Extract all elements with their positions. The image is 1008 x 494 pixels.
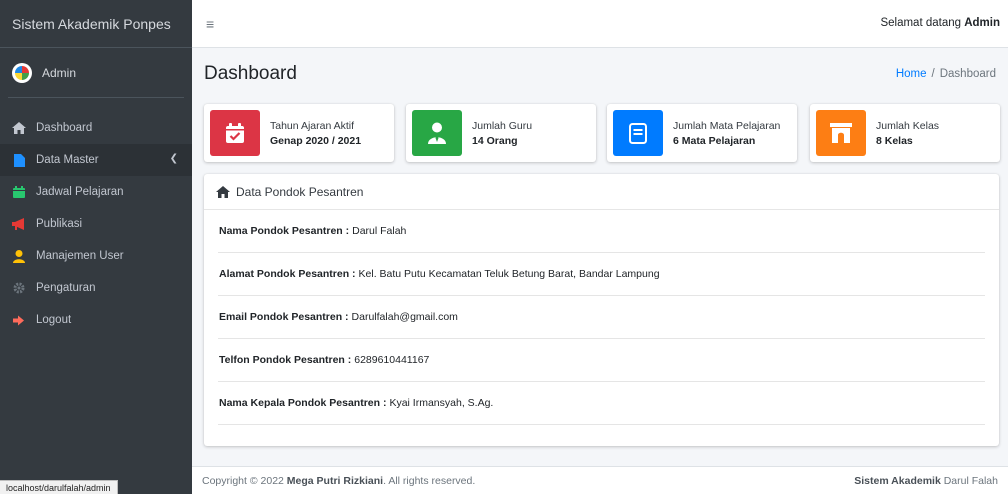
panel-header: Data Pondok Pesantren [204, 174, 999, 210]
sidebar-item-publikasi[interactable]: Publikasi [0, 208, 192, 240]
info-label: Alamat Pondok Pesantren : [219, 268, 356, 280]
chevron-left-icon: ❮ [169, 153, 178, 164]
user-icon [12, 249, 26, 263]
info-row-telfon: Telfon Pondok Pesantren :6289610441167 [218, 339, 985, 382]
breadcrumb-separator: / [931, 68, 935, 80]
sidebar-nav: Dashboard Data Master ❮ Jadwal Pelajaran… [0, 112, 192, 336]
info-list: Nama Pondok Pesantren : Darul Falah Alama… [204, 210, 999, 425]
brand-link[interactable]: Sistem Akademik Ponpes [0, 0, 192, 48]
sidebar-item-data-master[interactable]: Data Master ❮ [0, 144, 192, 176]
card-jumlah-kelas: Jumlah Kelas 8 Kelas [810, 104, 1000, 162]
info-row-nama: Nama Pondok Pesantren : Darul Falah [218, 210, 985, 253]
sidebar-item-manajemen-user[interactable]: Manajemen User [0, 240, 192, 272]
book-icon [613, 110, 663, 156]
sidebar-item-label: Logout [36, 314, 72, 326]
info-value: Darulfalah@gmail.com [351, 311, 458, 323]
card-value: Genap 2020 / 2021 [270, 134, 362, 147]
info-label: Email Pondok Pesantren : [219, 311, 349, 323]
data-pondok-panel: Data Pondok Pesantren Nama Pondok Pesant… [204, 174, 999, 446]
user-name: Admin [42, 65, 77, 80]
breadcrumb-home[interactable]: Home [896, 68, 927, 80]
top-navbar: ≡ Selamat datang Admin [192, 0, 1008, 48]
card-value: 14 Orang [472, 134, 518, 147]
footer-app-text: Darul Falah [940, 474, 998, 487]
copyright-name: Mega Putri Rizkiani [286, 474, 384, 487]
welcome-text: Selamat datang Admin [880, 17, 1000, 29]
card-label: Tahun Ajaran Aktif [270, 119, 355, 132]
info-value: 6289610441167 [354, 354, 430, 366]
status-bar-url: localhost/darulfalah/admin [0, 480, 118, 494]
logo-icon [15, 65, 29, 80]
archway-icon [816, 110, 866, 156]
info-label: Nama Pondok Pesantren : [219, 225, 350, 237]
card-jumlah-mata-pelajaran: Jumlah Mata Pelajaran 6 Mata Pelajaran [607, 104, 797, 162]
content-header: Dashboard Home / Dashboard [192, 48, 1008, 100]
footer-app-name: Sistem Akademik Darul Falah [854, 475, 998, 487]
welcome-user: Admin [964, 17, 1000, 29]
footer-app-bold: Sistem Akademik [854, 474, 941, 487]
card-label: Jumlah Mata Pelajaran [673, 119, 781, 132]
info-label: Telfon Pondok Pesantren : [219, 354, 352, 366]
footer-copyright: Copyright © 2022 Mega Putri Rizkiani. Al… [202, 475, 475, 487]
card-label: Jumlah Guru [472, 119, 533, 132]
sidebar-item-label: Publikasi [36, 218, 83, 230]
breadcrumb-current: Dashboard [939, 68, 996, 80]
sign-out-icon [12, 313, 26, 327]
info-value: Darul Falah [352, 225, 407, 237]
teacher-icon [412, 110, 462, 156]
copyright-prefix: Copyright © 2022 [202, 474, 287, 487]
info-row-email: Email Pondok Pesantren : Darulfalah@gmail… [218, 296, 985, 339]
gear-icon [12, 281, 26, 295]
sidebar-item-label: Dashboard [36, 122, 93, 134]
breadcrumb: Home / Dashboard [896, 68, 996, 80]
info-row-kepala: Nama Kepala Pondok Pesantren : Kyai Irman… [218, 382, 985, 425]
card-value: 6 Mata Pelajaran [673, 134, 756, 147]
info-row-alamat: Alamat Pondok Pesantren : Kel. Batu Putu … [218, 253, 985, 296]
main-footer: Copyright © 2022 Mega Putri Rizkiani. Al… [192, 466, 1008, 494]
page-title: Dashboard [204, 63, 297, 84]
sidebar-item-dashboard[interactable]: Dashboard [0, 112, 192, 144]
sidebar-item-label: Pengaturan [36, 282, 96, 294]
home-icon [12, 121, 26, 135]
brand-text: Sistem Akademik Ponpes [12, 15, 171, 32]
sidebar-item-label: Data Master [36, 154, 99, 166]
user-panel[interactable]: Admin [8, 48, 184, 98]
sidebar: Sistem Akademik Ponpes Admin Dashboard D… [0, 0, 192, 494]
info-label: Nama Kepala Pondok Pesantren : [219, 397, 387, 409]
calendar-icon [12, 185, 26, 199]
panel-title: Data Pondok Pesantren [236, 184, 364, 199]
home-icon [216, 185, 230, 198]
info-value: Kyai Irmansyah, S.Ag. [389, 397, 494, 409]
copyright-suffix: . All rights reserved. [383, 474, 476, 487]
file-icon [12, 153, 26, 167]
menu-toggle-icon[interactable]: ≡ [206, 16, 214, 32]
info-cards: Tahun Ajaran Aktif Genap 2020 / 2021 Jum… [204, 104, 1000, 162]
sidebar-item-label: Manajemen User [36, 250, 124, 262]
bullhorn-icon [12, 217, 26, 231]
info-value: Kel. Batu Putu Kecamatan Teluk Betung Ba… [358, 268, 660, 280]
avatar [12, 62, 32, 83]
sidebar-item-jadwal-pelajaran[interactable]: Jadwal Pelajaran [0, 176, 192, 208]
card-jumlah-guru: Jumlah Guru 14 Orang [406, 104, 596, 162]
card-label: Jumlah Kelas [876, 119, 940, 132]
card-tahun-ajaran: Tahun Ajaran Aktif Genap 2020 / 2021 [204, 104, 394, 162]
content-wrapper: Dashboard Home / Dashboard Tahun Ajaran Ak… [192, 48, 1008, 446]
sidebar-item-logout[interactable]: Logout [0, 304, 192, 336]
card-value: 8 Kelas [876, 134, 913, 147]
sidebar-item-pengaturan[interactable]: Pengaturan [0, 272, 192, 304]
calendar-check-icon [210, 110, 260, 156]
welcome-prefix: Selamat datang [880, 17, 965, 29]
sidebar-item-label: Jadwal Pelajaran [36, 186, 124, 198]
